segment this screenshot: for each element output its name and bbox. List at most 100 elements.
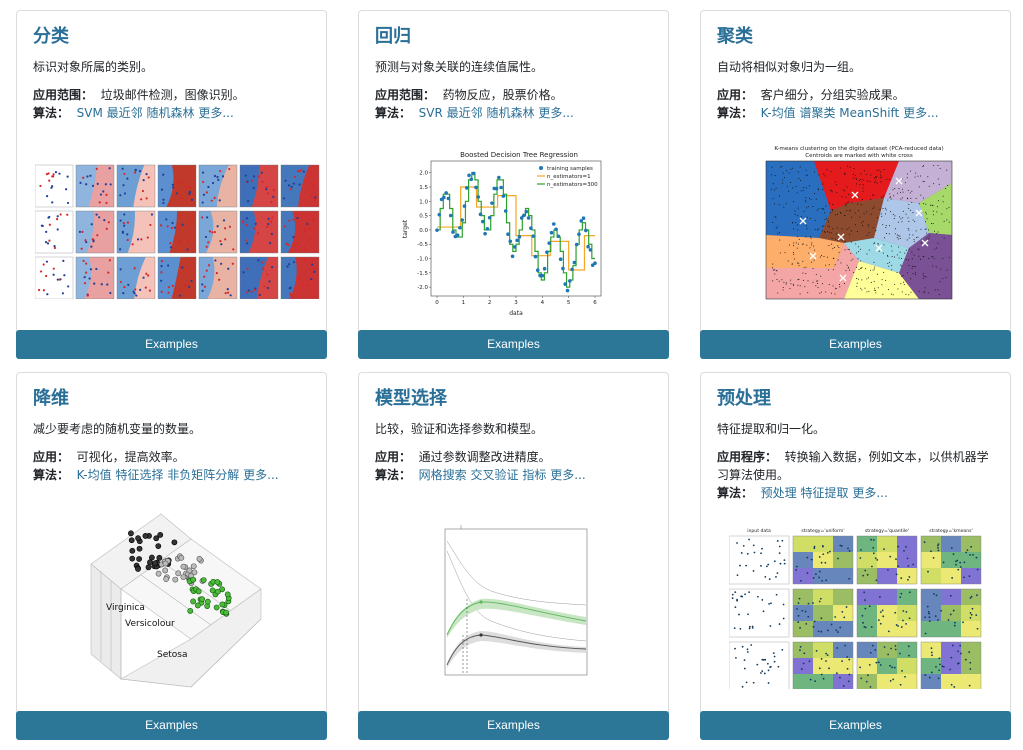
- training-sample-point: [529, 226, 533, 230]
- classifier-panel: [157, 164, 197, 208]
- training-sample-point: [462, 204, 467, 208]
- alg-link-k-means[interactable]: K-均值: [761, 106, 796, 120]
- dimensionality-reduction-thumbnail[interactable]: Virginica Versicolour Setosa: [81, 509, 271, 689]
- card-title: 回归: [375, 26, 411, 47]
- x-tick-label: 6: [593, 300, 597, 306]
- label-virginica: Virginica: [106, 603, 145, 613]
- preprocessing-thumbnail[interactable]: input data strategy='uniform' strategy='qu…: [729, 527, 987, 689]
- applications-label: 应用：: [375, 450, 412, 464]
- alg-link-random-forest[interactable]: 随机森林: [487, 106, 535, 120]
- column-title: input data: [747, 528, 771, 534]
- preprocessing-panel: [729, 641, 790, 689]
- alg-link-grid-search[interactable]: 网格搜索: [419, 468, 467, 482]
- alg-link-random-forest[interactable]: 随机森林: [147, 106, 195, 120]
- training-sample-point: [551, 222, 556, 226]
- preprocessing-panel: [920, 588, 982, 638]
- card-classification: 分类 标识对象所属的类别。 应用范围： 垃圾邮件检测，图像识别。 算法： SVM…: [16, 10, 327, 359]
- alg-link-more[interactable]: 更多...: [903, 106, 938, 120]
- training-sample-point: [508, 239, 513, 244]
- training-sample-point: [455, 233, 460, 238]
- alg-link-cross-validation[interactable]: 交叉验证: [471, 468, 519, 482]
- alg-link-k-means[interactable]: K-均值: [77, 468, 112, 482]
- regression-thumbnail[interactable]: Boosted Decision Tree Regression 2.0 1.5 1…: [397, 149, 623, 319]
- training-sample-point: [565, 288, 570, 293]
- classification-thumbnail[interactable]: [35, 159, 323, 299]
- training-sample-point: [469, 177, 474, 182]
- alg-link-more[interactable]: 更多...: [852, 486, 887, 500]
- alg-link-more[interactable]: 更多...: [243, 468, 278, 482]
- column-title: strategy='uniform': [801, 528, 844, 534]
- clustering-thumbnail[interactable]: K-means clustering on the digits dataset…: [759, 143, 959, 303]
- training-sample-point: [503, 209, 508, 213]
- training-sample-point: [494, 186, 499, 191]
- alg-link-svm[interactable]: SVM: [77, 106, 103, 120]
- classifier-panel: [35, 164, 74, 208]
- training-sample-point: [554, 227, 558, 232]
- training-sample-point: [568, 279, 572, 283]
- alg-link-preprocessing[interactable]: 预处理: [761, 486, 797, 500]
- card-title: 预处理: [717, 388, 771, 409]
- training-sample-point: [460, 218, 464, 222]
- applications-text: 药物反应，股票价格。: [442, 88, 563, 102]
- applications-text: 垃圾邮件检测，图像识别。: [100, 88, 245, 102]
- applications-text: 客户细分，分组实验成果。: [760, 88, 905, 102]
- card-description: 自动将相似对象归为一组。: [717, 60, 862, 74]
- examples-button[interactable]: Examples: [700, 711, 1011, 740]
- training-sample-point: [458, 225, 462, 230]
- alg-link-nearest-neighbors[interactable]: 最近邻: [107, 106, 143, 120]
- training-sample-point: [572, 260, 577, 265]
- alg-link-spectral-clustering[interactable]: 谱聚类: [799, 106, 835, 120]
- alg-link-meanshift[interactable]: MeanShift: [839, 106, 899, 120]
- x-tick-label: 3: [514, 300, 518, 306]
- classifier-panel: [157, 256, 197, 299]
- training-sample-point: [497, 175, 501, 180]
- classifier-panel: [280, 210, 320, 254]
- training-sample-point: [586, 244, 590, 249]
- training-sample-point: [581, 216, 586, 220]
- alg-link-more[interactable]: 更多...: [198, 106, 233, 120]
- training-sample-point: [446, 196, 451, 201]
- training-sample-point: [540, 273, 545, 278]
- training-sample-point: [588, 248, 593, 252]
- classifier-panel: [198, 210, 238, 254]
- x-tick-label: 0: [435, 300, 439, 306]
- training-sample-point: [574, 242, 579, 247]
- examples-button[interactable]: Examples: [16, 711, 327, 740]
- column-title: strategy='quantile': [865, 528, 909, 534]
- y-tick-label: 1.0: [419, 199, 428, 205]
- alg-link-feature-extraction[interactable]: 特征提取: [801, 486, 849, 500]
- examples-button[interactable]: Examples: [358, 330, 669, 359]
- alg-link-nmf[interactable]: 非负矩阵分解: [167, 468, 239, 482]
- training-sample-point: [510, 254, 515, 259]
- clustering-title-line1: K-means clustering on the digits dataset…: [774, 146, 943, 152]
- alg-link-svr[interactable]: SVR: [419, 106, 443, 120]
- training-sample-point: [437, 212, 442, 217]
- alg-link-more[interactable]: 更多...: [550, 468, 585, 482]
- training-sample-point: [535, 268, 540, 273]
- preprocessing-panel: [729, 535, 790, 585]
- alg-link-metrics[interactable]: 指标: [522, 468, 546, 482]
- training-sample-point: [545, 250, 549, 254]
- classifier-panel: [75, 164, 115, 208]
- alg-link-nearest-neighbors[interactable]: 最近邻: [447, 106, 483, 120]
- training-sample-point: [593, 261, 597, 266]
- preprocessing-panel: [792, 535, 854, 585]
- model-selection-thumbnail[interactable]: [431, 523, 591, 683]
- applications-label: 应用：: [33, 450, 70, 464]
- alg-link-feature-selection[interactable]: 特征选择: [115, 468, 163, 482]
- examples-button[interactable]: Examples: [16, 330, 327, 359]
- y-tick-label: -0.5: [417, 242, 428, 248]
- preprocessing-panel: [792, 588, 854, 638]
- x-tick-label: 1: [462, 300, 466, 306]
- examples-button[interactable]: Examples: [700, 330, 1011, 359]
- classifier-panel: [239, 210, 279, 254]
- examples-button[interactable]: Examples: [358, 711, 669, 740]
- alg-link-more[interactable]: 更多...: [538, 106, 573, 120]
- classifier-panel: [239, 256, 279, 299]
- training-sample-point: [451, 230, 455, 234]
- y-tick-label: -1.5: [417, 271, 428, 277]
- applications-label: 应用程序：: [717, 450, 778, 464]
- training-sample-point: [549, 230, 554, 235]
- training-sample-point: [526, 216, 531, 220]
- classifier-panel: [75, 210, 115, 254]
